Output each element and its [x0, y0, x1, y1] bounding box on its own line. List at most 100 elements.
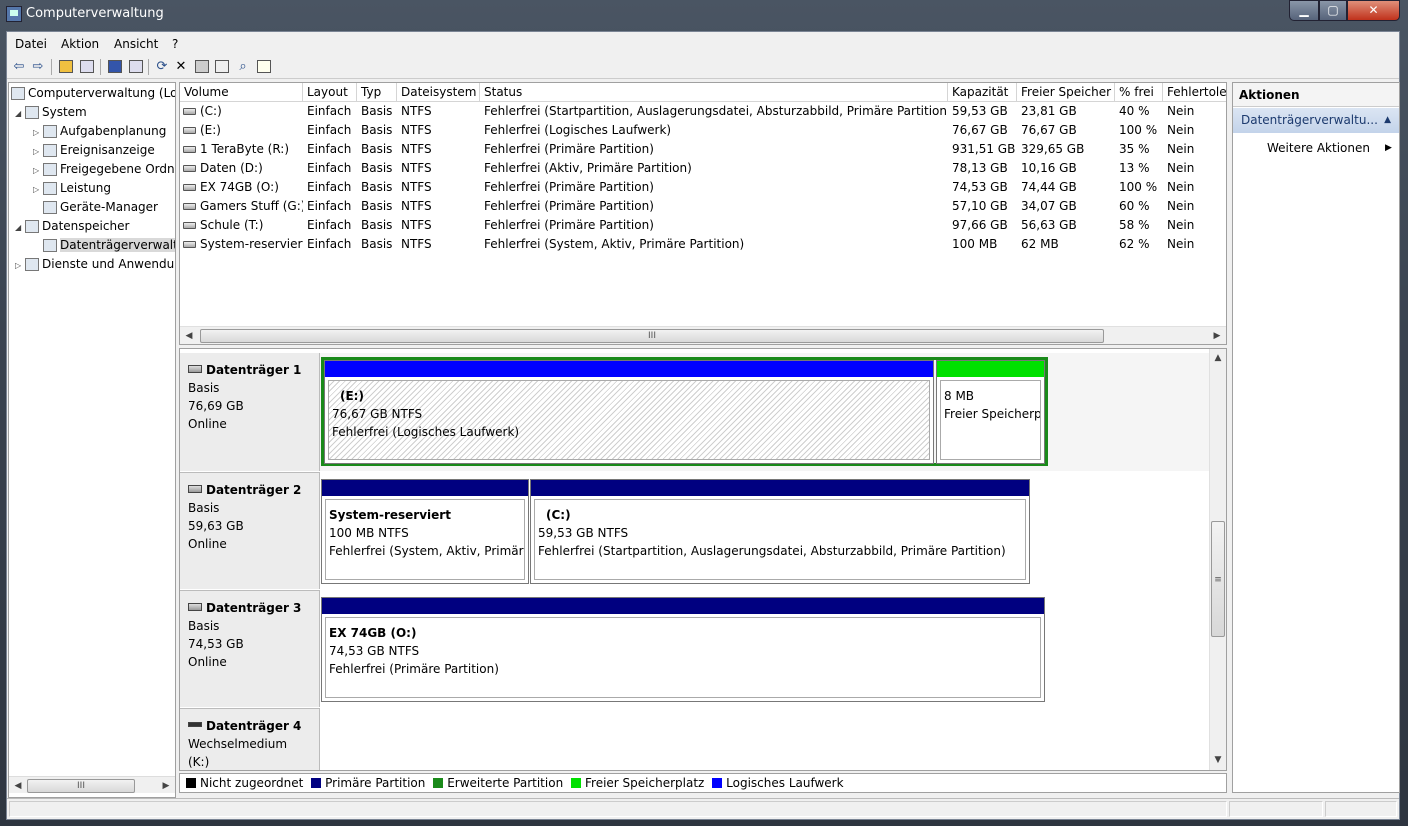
expander-icon[interactable]: ▷: [15, 256, 25, 275]
volume-list-horizontal-scrollbar[interactable]: ◀ III ▶: [180, 326, 1226, 344]
partition-status: Fehlerfrei (Logisches Laufwerk): [332, 425, 520, 439]
forward-icon[interactable]: ⇨: [29, 58, 47, 75]
expander-icon[interactable]: ▷: [33, 142, 43, 161]
col-freier-speicher[interactable]: Freier Speicher: [1017, 83, 1115, 102]
cell-text: NTFS: [401, 123, 432, 137]
partition-o[interactable]: EX 74GB (O:) 74,53 GB NTFS Fehlerfrei (P…: [321, 597, 1045, 702]
tree-item-dienste[interactable]: ▷ Dienste und Anwendu: [15, 255, 174, 274]
tree-item-geraete-manager[interactable]: Geräte-Manager: [43, 198, 158, 217]
disk-2[interactable]: Datenträger 2 Basis 59,63 GB Online Syst…: [180, 472, 1209, 589]
cell-status: Fehlerfrei (Primäre Partition): [480, 216, 948, 235]
actions-heading: Aktionen: [1233, 83, 1399, 107]
delete-icon[interactable]: ✕: [172, 58, 190, 75]
expander-icon[interactable]: ◢: [15, 218, 25, 237]
table-row[interactable]: (E:) Einfach Basis NTFS Fehlerfrei (Logische…: [180, 121, 1226, 140]
cell-text: Fehlerfrei (Primäre Partition): [484, 142, 654, 156]
scroll-left-icon[interactable]: ◀: [182, 329, 196, 343]
collapse-icon[interactable]: ▲: [1384, 108, 1391, 133]
tree-item-aufgabenplanung[interactable]: ▷ Aufgabenplanung: [33, 122, 166, 141]
partition-c[interactable]: (C:) 59,53 GB NTFS Fehlerfrei (Startpart…: [530, 479, 1030, 584]
table-row[interactable]: (C:) Einfach Basis NTFS Fehlerfrei (Startpar…: [180, 102, 1226, 121]
scroll-thumb[interactable]: ≡: [1211, 521, 1225, 637]
cell-text: Basis: [361, 104, 393, 118]
tree-item-system[interactable]: ◢ System: [15, 103, 87, 122]
table-row[interactable]: Schule (T:) Einfach Basis NTFS Fehlerfrei (P…: [180, 216, 1226, 235]
cell-typ: Basis: [357, 159, 397, 178]
scroll-right-icon[interactable]: ▶: [159, 779, 173, 793]
client-area: Datei Aktion Ansicht ? ⇦ ⇨ ⟳ ✕ ⌕ Compute…: [6, 31, 1400, 820]
tree-item-leistung[interactable]: ▷ Leistung: [33, 179, 111, 198]
col-volume[interactable]: Volume: [180, 83, 303, 102]
expander-icon[interactable]: ▷: [33, 180, 43, 199]
table-row[interactable]: System-reserviert Einfach Basis NTFS Fehlerf…: [180, 235, 1226, 254]
partition-title: System-reserviert: [329, 508, 451, 522]
table-row[interactable]: Daten (D:) Einfach Basis NTFS Fehlerfrei (Ak…: [180, 159, 1226, 178]
scroll-left-icon[interactable]: ◀: [11, 779, 25, 793]
storage-icon: [25, 220, 39, 233]
col-fehlertoleranz[interactable]: Fehlertole: [1163, 83, 1226, 102]
col-layout[interactable]: Layout: [303, 83, 357, 102]
expander-icon[interactable]: ▷: [33, 123, 43, 142]
minimize-button[interactable]: ▁: [1289, 0, 1319, 21]
title-bar[interactable]: Computerverwaltung ▁ ▢ ✕: [0, 0, 1408, 30]
scroll-thumb[interactable]: III: [200, 329, 1104, 343]
disk-4[interactable]: Datenträger 4 Wechselmedium (K:): [180, 708, 1209, 770]
toolbar: ⇦ ⇨ ⟳ ✕ ⌕: [7, 55, 1399, 79]
cell-volume: Daten (D:): [180, 159, 303, 178]
properties-icon[interactable]: [127, 58, 145, 75]
cell-fehlertoleranz: Nein: [1163, 159, 1226, 178]
cell-text: NTFS: [401, 104, 432, 118]
tree-item-computerverwaltung[interactable]: Computerverwaltung (Lo: [11, 84, 175, 103]
refresh-icon[interactable]: ⟳: [153, 58, 171, 75]
cell-status: Fehlerfrei (Logisches Laufwerk): [480, 121, 948, 140]
more-actions-link[interactable]: Weitere Aktionen ▶: [1267, 138, 1392, 158]
col-kapazitaet[interactable]: Kapazität: [948, 83, 1017, 102]
col-status[interactable]: Status: [480, 83, 948, 102]
tree-item-freigegebene-ordner[interactable]: ▷ Freigegebene Ordn: [33, 160, 175, 179]
scroll-up-icon[interactable]: ▲: [1211, 351, 1225, 365]
cell-text: Einfach: [307, 218, 352, 232]
col-prozent-frei[interactable]: % frei: [1115, 83, 1163, 102]
show-hide-tree-icon[interactable]: [78, 58, 96, 75]
partition-e[interactable]: (E:) 76,67 GB NTFS Fehlerfrei (Logisches…: [324, 360, 934, 464]
col-dateisystem[interactable]: Dateisystem: [397, 83, 480, 102]
partition-free-space[interactable]: 8 MB Freier Speicherp: [936, 360, 1045, 464]
tree-horizontal-scrollbar[interactable]: ◀ III ▶: [9, 776, 175, 793]
cell-kapazitaet: 100 MB: [948, 235, 1017, 254]
close-button[interactable]: ✕: [1347, 0, 1400, 21]
search-icon[interactable]: ⌕: [234, 58, 252, 75]
tree-item-datentraegerverwaltung[interactable]: Datenträgerverwalt: [43, 236, 175, 255]
col-typ[interactable]: Typ: [357, 83, 397, 102]
scroll-thumb[interactable]: III: [27, 779, 135, 793]
menu-datei[interactable]: Datei: [15, 37, 47, 51]
menu-aktion[interactable]: Aktion: [61, 37, 99, 51]
maximize-button[interactable]: ▢: [1319, 0, 1347, 21]
disk-3[interactable]: Datenträger 3 Basis 74,53 GB Online EX 7…: [180, 590, 1209, 707]
format-icon[interactable]: [255, 58, 273, 75]
computer-management-icon: [6, 6, 22, 22]
expander-icon[interactable]: ▷: [33, 161, 43, 180]
cell-dateisystem: NTFS: [397, 197, 480, 216]
expander-icon[interactable]: ◢: [15, 104, 25, 123]
actions-section-disk-management[interactable]: Datenträgerverwaltu... ▲: [1233, 108, 1399, 133]
cell-text: 100 %: [1119, 123, 1158, 137]
table-row[interactable]: Gamers Stuff (G:) Einfach Basis NTFS Fehlerf…: [180, 197, 1226, 216]
disk-1[interactable]: Datenträger 1 Basis 76,69 GB Online (E:)…: [180, 353, 1209, 471]
tree-item-datenspeicher[interactable]: ◢ Datenspeicher: [15, 217, 129, 236]
cell-text: Nein: [1167, 104, 1195, 118]
tree-item-ereignisanzeige[interactable]: ▷ Ereignisanzeige: [33, 141, 155, 160]
scroll-right-icon[interactable]: ▶: [1210, 329, 1224, 343]
scroll-down-icon[interactable]: ▼: [1211, 753, 1225, 767]
help-icon[interactable]: [106, 58, 124, 75]
menu-help[interactable]: ?: [172, 37, 178, 51]
back-icon[interactable]: ⇦: [10, 58, 28, 75]
up-folder-icon[interactable]: [57, 58, 75, 75]
partition-system-reserviert[interactable]: System-reserviert 100 MB NTFS Fehlerfrei…: [321, 479, 529, 584]
disk-pane-vertical-scrollbar[interactable]: ▲ ≡ ▼: [1209, 349, 1226, 770]
open-icon[interactable]: [213, 58, 231, 75]
menu-ansicht[interactable]: Ansicht: [114, 37, 158, 51]
table-row[interactable]: EX 74GB (O:) Einfach Basis NTFS Fehlerfrei (…: [180, 178, 1226, 197]
table-row[interactable]: 1 TeraByte (R:) Einfach Basis NTFS Fehlerfre…: [180, 140, 1226, 159]
disk-props-icon[interactable]: [193, 58, 211, 75]
cell-text: 35 %: [1119, 142, 1150, 156]
